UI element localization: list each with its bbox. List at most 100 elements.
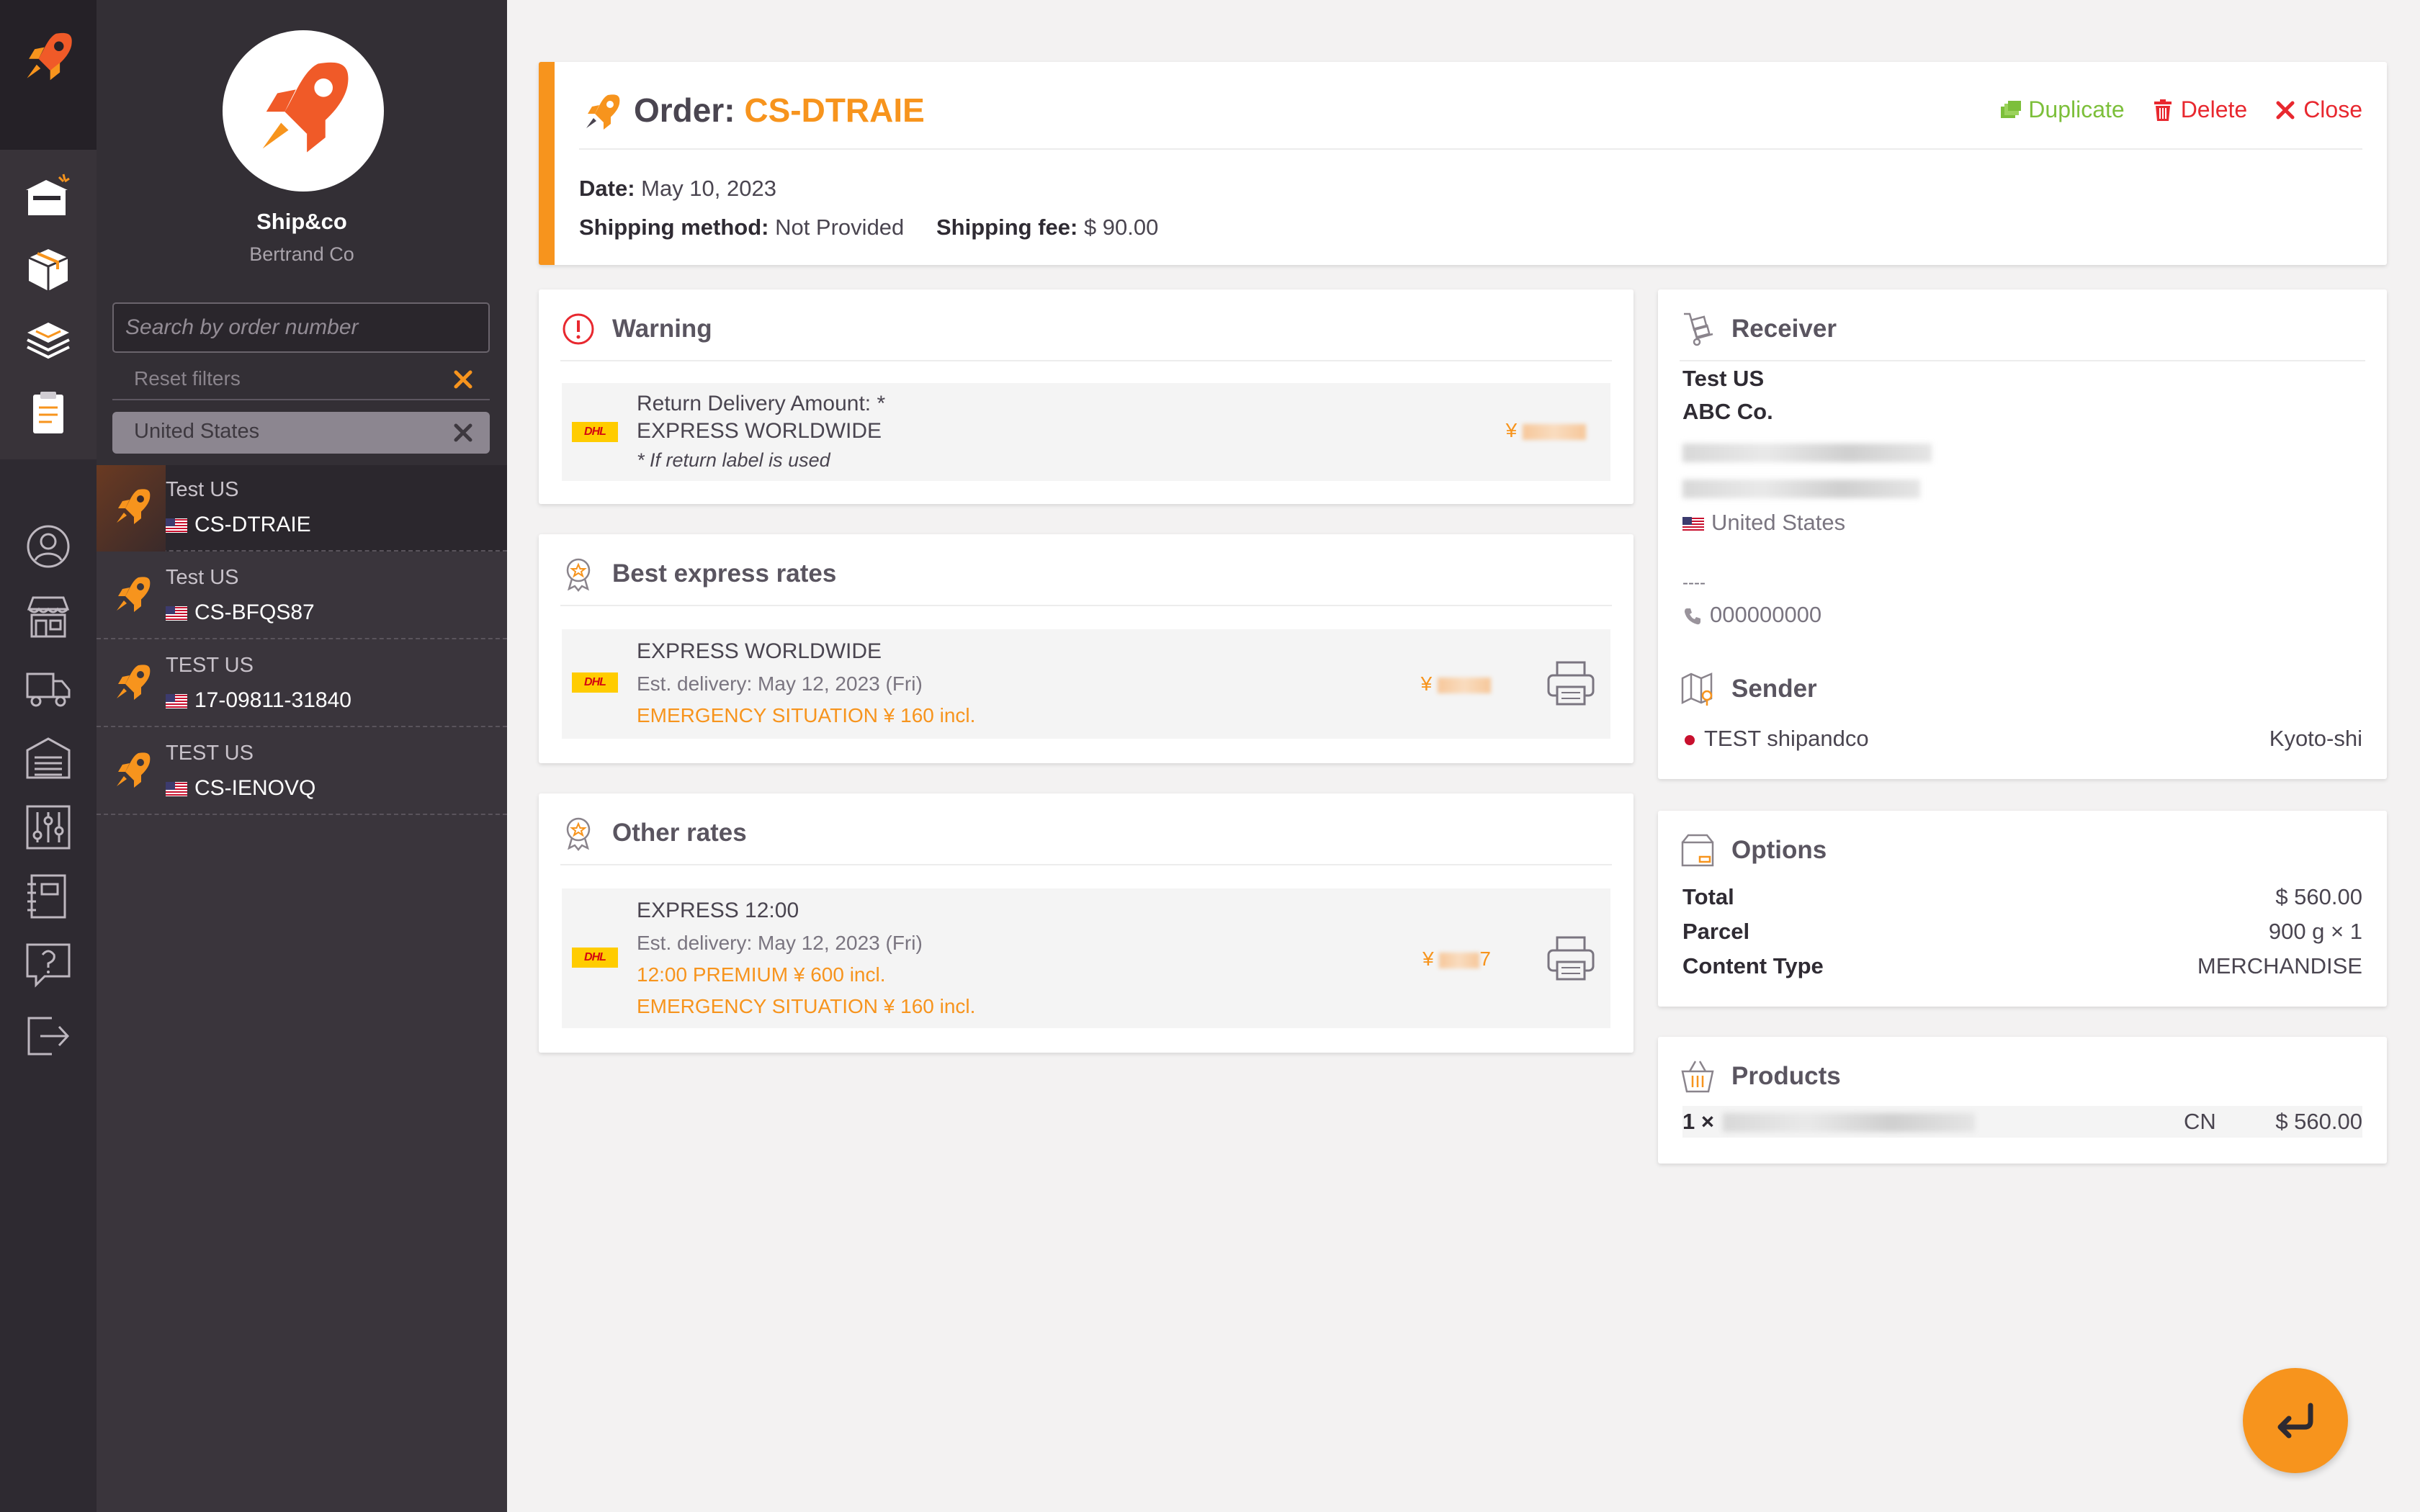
user-icon[interactable] [23, 521, 73, 572]
receiver-name: Test US [1682, 366, 1764, 392]
duplicate-button[interactable]: Duplicate [1998, 96, 2125, 123]
rate-option[interactable]: DHL EXPRESS 12:00 Est. delivery: May 12,… [562, 888, 1610, 1028]
sliders-icon[interactable] [23, 802, 73, 852]
award-icon [566, 558, 591, 592]
order-search-input[interactable] [112, 302, 490, 353]
section-divider [560, 864, 1612, 865]
rate-price: ¥ 7 [1422, 948, 1491, 971]
rate-surcharge: EMERGENCY SITUATION ¥ 160 incl. [637, 995, 976, 1017]
product-qty: 1 × [1682, 1109, 1714, 1135]
package-icon [1681, 834, 1714, 867]
best-rates-title-text: Best express rates [612, 559, 837, 588]
dhl-logo-icon: DHL [572, 422, 618, 442]
rocket-logo-icon[interactable] [17, 26, 79, 88]
product-origin: CN [2184, 1109, 2216, 1134]
option-label-text: Content Type [1682, 953, 1824, 978]
logout-icon[interactable] [23, 1011, 73, 1061]
us-flag-icon [1682, 516, 1704, 531]
order-recipient: Test US [166, 566, 239, 589]
sender-name-text: TEST shipandco [1704, 726, 1869, 751]
warehouse-icon[interactable] [23, 733, 73, 783]
close-icon[interactable] [452, 369, 474, 390]
rocket-icon [586, 94, 620, 130]
help-icon[interactable] [23, 940, 73, 991]
order-number-text: CS-IENOVQ [194, 776, 316, 800]
order-number: 17-09811-31840 [166, 688, 351, 713]
order-actions: Duplicate Delete Close [1998, 96, 2362, 123]
receiver-company: ABC Co. [1682, 399, 1773, 425]
order-recipient: TEST US [166, 742, 254, 765]
best-rates-title: Best express rates [560, 556, 836, 592]
receiver-title: Receiver [1680, 311, 1837, 347]
order-number-text: CS-DTRAIE [194, 513, 311, 536]
options-title: Options [1680, 832, 1827, 868]
order-header-card: Order: CS-DTRAIE Duplicate Delete Close [539, 62, 2387, 265]
price-symbol: ¥ [1505, 419, 1518, 441]
order-number: CS-BFQS87 [166, 600, 315, 625]
order-title-prefix: Order: [634, 91, 745, 129]
country-filter-chip[interactable]: United States [112, 412, 490, 454]
us-flag-icon [166, 606, 187, 621]
printer-icon[interactable] [1546, 933, 1596, 984]
return-arrow-icon [2277, 1403, 2313, 1439]
rocket-icon [117, 752, 151, 788]
clipboard-icon[interactable] [23, 387, 73, 438]
date-label: Date: [579, 176, 635, 201]
us-flag-icon [166, 782, 187, 797]
page-title: Order: CS-DTRAIE [634, 91, 925, 130]
order-list-item[interactable]: Test US CS-DTRAIE [97, 465, 507, 552]
delete-label: Delete [2180, 96, 2248, 122]
jp-flag-icon [1685, 734, 1695, 745]
receiver-country-text: United States [1711, 510, 1846, 535]
printer-icon[interactable] [1546, 658, 1596, 708]
rocket-icon [117, 577, 151, 612]
us-flag-icon [166, 518, 187, 534]
rail-header [0, 0, 97, 150]
notebook-icon[interactable] [23, 871, 73, 922]
options-card: Options Total $ 560.00 Parcel 900 g × 1 … [1658, 811, 2387, 1007]
truck-icon[interactable] [23, 662, 73, 713]
price-suffix: 7 [1479, 948, 1491, 970]
close-button[interactable]: Close [2273, 96, 2362, 123]
order-list-item[interactable]: TEST US 17-09811-31840 [97, 641, 507, 727]
rocket-logo-icon [262, 62, 349, 153]
redacted-price [1523, 423, 1586, 440]
close-icon[interactable] [452, 422, 474, 444]
layers-icon[interactable] [23, 315, 73, 366]
order-thumb [97, 729, 166, 815]
option-label-text: Parcel [1682, 919, 1750, 944]
award-icon [566, 817, 591, 851]
order-list-item[interactable]: TEST US CS-IENOVQ [97, 729, 507, 815]
orders-new-icon[interactable] [23, 170, 73, 220]
order-number-text: 17-09811-31840 [194, 688, 351, 712]
receiver-title-text: Receiver [1731, 315, 1837, 343]
store-icon[interactable] [23, 592, 73, 642]
shipping-fee: Shipping fee: $ 90.00 [936, 215, 1158, 240]
order-title-number: CS-DTRAIE [744, 91, 925, 129]
box-icon[interactable] [23, 245, 73, 295]
sender-name: TEST shipandco [1682, 726, 1869, 752]
reset-filters-row[interactable]: Reset filters [112, 359, 490, 400]
return-button[interactable] [2243, 1368, 2348, 1473]
section-divider [1680, 360, 2365, 361]
phone-icon [1685, 608, 1700, 625]
trash-icon [2154, 99, 2172, 121]
rate-surcharge: EMERGENCY SITUATION ¥ 160 incl. [637, 704, 976, 726]
method-value: Not Provided [768, 215, 905, 240]
sidebar-header: Ship&co Bertrand Co Reset filters United… [97, 0, 507, 465]
return-note: * If return label is used [637, 449, 830, 471]
method-label: Shipping method: [579, 215, 769, 240]
company-subtitle: Bertrand Co [249, 243, 354, 265]
products-card: Products 1 × CN $ 560.00 [1658, 1037, 2387, 1164]
product-price: $ 560.00 [2275, 1109, 2362, 1134]
fee-label: Shipping fee: [936, 215, 1078, 240]
close-label: Close [2303, 96, 2362, 122]
header-accent-bar [539, 62, 555, 265]
delete-button[interactable]: Delete [2151, 96, 2248, 123]
product-qty-text: 1 × [1682, 1109, 1714, 1134]
rate-option[interactable]: DHL EXPRESS WORLDWIDE Est. delivery: May… [562, 629, 1610, 739]
rocket-icon [117, 665, 151, 700]
option-label: Parcel [1682, 919, 1749, 945]
copy-icon [2001, 100, 2022, 118]
order-list-item[interactable]: Test US CS-BFQS87 [97, 553, 507, 639]
